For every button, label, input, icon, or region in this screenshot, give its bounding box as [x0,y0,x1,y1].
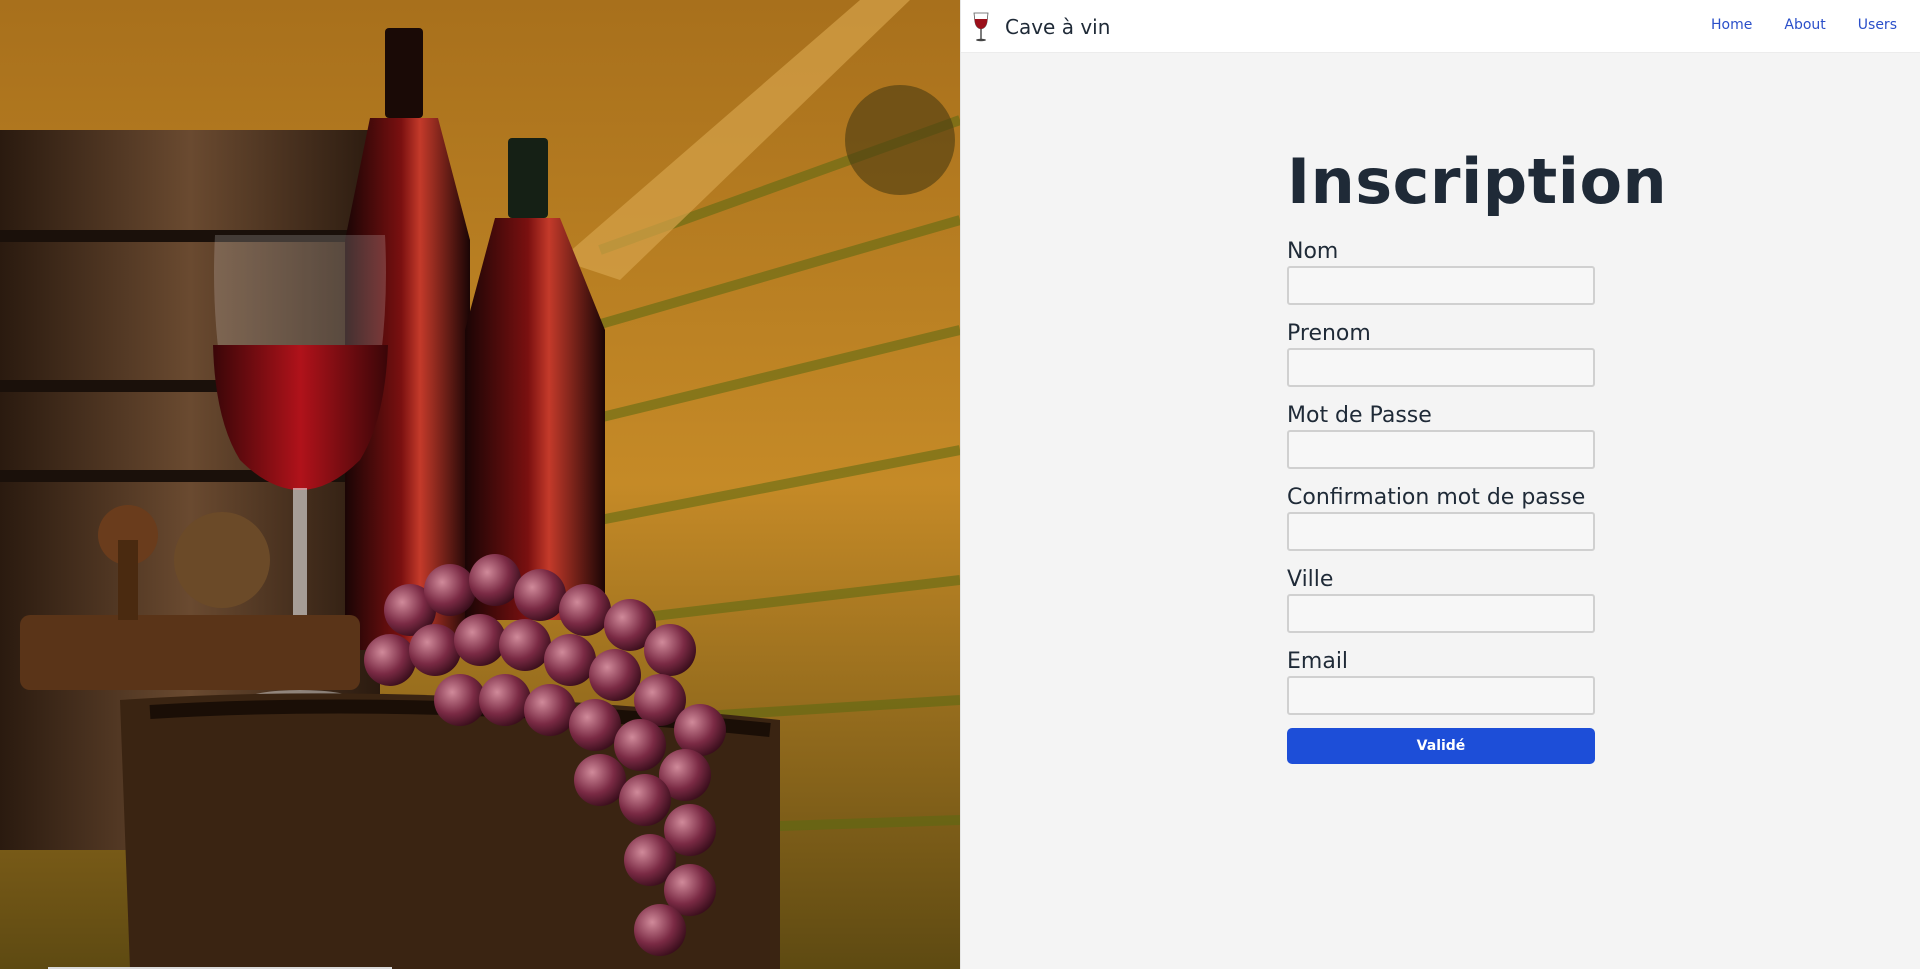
field-ville: Ville [1287,564,1595,633]
prenom-input[interactable] [1287,348,1595,387]
field-label: Prenom [1287,321,1371,346]
nav-about-link[interactable]: About [1784,17,1825,33]
field-label: Confirmation mot de passe [1287,485,1586,510]
page-title: Inscription [1287,145,1668,218]
password-confirm-input[interactable] [1287,512,1595,551]
nav-links: Home About Users [1711,17,1897,33]
field-label: Nom [1287,239,1339,264]
field-password-confirm: Confirmation mot de passe [1287,482,1595,551]
field-label: Mot de Passe [1287,403,1432,428]
field-prenom: Prenom [1287,318,1595,387]
divider [48,967,392,969]
field-label: Email [1287,649,1349,674]
submit-button[interactable]: Validé [1287,728,1595,764]
password-input[interactable] [1287,430,1595,469]
main-panel: Cave à vin Home About Users Inscription … [960,0,1920,969]
field-email: Email [1287,646,1595,715]
navbar: Cave à vin Home About Users [961,0,1920,53]
ville-input[interactable] [1287,594,1595,633]
form-fields: Nom Prenom Mot de Passe Confirmation mot… [1287,236,1595,715]
wine-vineyard-illustration [0,0,960,969]
field-nom: Nom [1287,236,1595,305]
email-input[interactable] [1287,676,1595,715]
nav-home-link[interactable]: Home [1711,17,1752,33]
nav-users-link[interactable]: Users [1858,17,1897,33]
brand[interactable]: Cave à vin [971,12,1110,42]
wine-glass-icon [973,12,989,42]
nom-input[interactable] [1287,266,1595,305]
field-password: Mot de Passe [1287,400,1595,469]
hero-image [0,0,960,969]
registration-form: Inscription Nom Prenom Mot de Passe Conf… [1287,145,1668,764]
field-label: Ville [1287,567,1334,592]
brand-name: Cave à vin [1005,15,1111,39]
